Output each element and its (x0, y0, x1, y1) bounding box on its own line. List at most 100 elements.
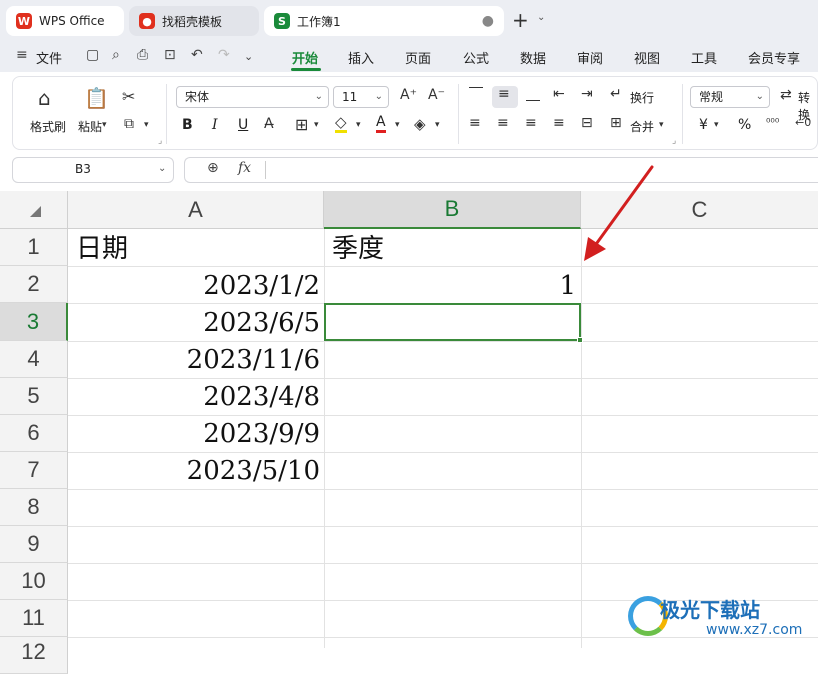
eraser-icon[interactable]: ◈ (414, 115, 426, 133)
cell-a2[interactable]: 2023/1/2 (68, 268, 320, 304)
merge-button[interactable]: 合并 (630, 118, 654, 135)
tab-page[interactable]: 页面 (405, 48, 431, 67)
chevron-down-icon[interactable]: ⌄ (158, 163, 166, 174)
align-top-icon[interactable]: ⎺ (469, 86, 483, 102)
decimal-icon[interactable]: ←0 (795, 116, 811, 129)
row-header-2[interactable]: 2 (0, 266, 68, 303)
paste-button[interactable]: 粘贴 (78, 118, 102, 135)
tab-insert[interactable]: 插入 (348, 48, 374, 67)
row-header-5[interactable]: 5 (0, 378, 68, 415)
tab-templates[interactable]: ● 找稻壳模板 (129, 6, 259, 36)
chevron-down-icon[interactable]: ▾ (102, 120, 107, 130)
cut-icon[interactable]: ✂ (122, 87, 135, 106)
row-header-9[interactable]: 9 (0, 526, 68, 563)
dialog-launcher-icon[interactable]: ⌟ (672, 136, 676, 146)
convert-icon[interactable]: ⇄ (780, 87, 792, 103)
distributed-icon[interactable]: ⊟ (581, 115, 593, 131)
column-header-b[interactable]: B (324, 191, 581, 229)
italic-button[interactable]: I (212, 117, 218, 133)
decrease-indent-icon[interactable]: ⇤ (553, 86, 565, 102)
row-header-12[interactable]: 12 (0, 637, 68, 674)
tab-view[interactable]: 视图 (634, 48, 660, 67)
number-format-select[interactable]: 常规 ⌄ (690, 86, 770, 108)
formula-input[interactable] (184, 157, 818, 183)
justify-icon[interactable]: ≡ (553, 115, 565, 131)
tab-member[interactable]: 会员专享 (748, 48, 800, 67)
font-color-icon[interactable]: A (376, 114, 386, 133)
align-bottom-icon[interactable]: ⎽ (526, 86, 540, 102)
print-icon[interactable]: ⎙ (137, 47, 148, 63)
column-header-a[interactable]: A (68, 191, 324, 229)
tab-data[interactable]: 数据 (520, 48, 546, 67)
increase-font-icon[interactable]: A⁺ (400, 87, 417, 103)
merge-icon[interactable]: ⊞ (610, 115, 622, 131)
border-icon[interactable]: ⊞ (295, 115, 308, 134)
percent-button[interactable]: % (738, 117, 751, 133)
row-header-11[interactable]: 11 (0, 600, 68, 637)
format-painter-button[interactable]: 格式刷 (30, 118, 66, 135)
chevron-down-icon[interactable]: ⌄ (537, 12, 545, 23)
cell-a1[interactable]: 日期 (76, 231, 128, 267)
chevron-down-icon[interactable]: ⌄ (244, 50, 253, 63)
cell-a5[interactable]: 2023/4/8 (68, 379, 320, 415)
chevron-down-icon[interactable]: ▾ (314, 120, 319, 130)
align-left-icon[interactable]: ≡ (469, 115, 481, 131)
tab-review[interactable]: 审阅 (577, 48, 603, 67)
fx-button[interactable]: fx (238, 160, 251, 176)
cell-a4[interactable]: 2023/11/6 (68, 342, 320, 378)
row-header-10[interactable]: 10 (0, 563, 68, 600)
cell-a3[interactable]: 2023/6/5 (68, 305, 320, 341)
cell-b2[interactable]: 1 (324, 268, 576, 304)
export-icon[interactable]: ⌕ (112, 47, 120, 63)
row-header-1[interactable]: 1 (0, 229, 68, 266)
name-box[interactable] (12, 157, 174, 183)
currency-button[interactable]: ¥ (699, 117, 708, 133)
row-header-8[interactable]: 8 (0, 489, 68, 526)
tab-formulas[interactable]: 公式 (463, 48, 489, 67)
wrap-text-icon[interactable]: ↵ (610, 86, 622, 102)
fill-handle[interactable] (577, 337, 583, 343)
underline-button[interactable]: U (238, 117, 248, 133)
fill-color-icon[interactable]: ◇ (335, 114, 347, 133)
decrease-font-icon[interactable]: A⁻ (428, 87, 445, 103)
align-right-icon[interactable]: ≡ (525, 115, 537, 131)
thousands-separator-icon[interactable]: ⁰⁰⁰ (766, 116, 779, 129)
paste-icon[interactable]: 📋 (84, 86, 109, 110)
undo-icon[interactable]: ↶ (191, 47, 203, 63)
tab-tools[interactable]: 工具 (691, 48, 717, 67)
wrap-text-button[interactable]: 换行 (630, 89, 654, 106)
tab-workbook[interactable]: S 工作簿1 ● (264, 6, 504, 36)
format-painter-icon[interactable]: ⌂ (38, 86, 51, 110)
chevron-down-icon[interactable]: ▾ (356, 120, 361, 130)
chevron-down-icon[interactable]: ▾ (435, 120, 440, 130)
row-header-4[interactable]: 4 (0, 341, 68, 378)
cell-a6[interactable]: 2023/9/9 (68, 416, 320, 452)
tab-close-dot-icon[interactable]: ● (482, 13, 494, 29)
selected-cell-b3[interactable] (324, 303, 581, 341)
redo-icon[interactable]: ↷ (218, 47, 230, 63)
chevron-down-icon[interactable]: ▾ (659, 120, 664, 130)
chevron-down-icon[interactable]: ▾ (714, 120, 719, 130)
row-header-3[interactable]: 3 (0, 303, 68, 341)
row-header-7[interactable]: 7 (0, 452, 68, 489)
align-center-icon[interactable]: ≡ (497, 115, 509, 131)
hamburger-icon[interactable]: ≡ (16, 47, 28, 63)
align-middle-icon[interactable]: ≡ (498, 86, 510, 102)
chevron-down-icon[interactable]: ▾ (395, 120, 400, 130)
bold-button[interactable]: B (182, 117, 193, 133)
chevron-down-icon[interactable]: ▾ (144, 120, 149, 130)
zoom-icon[interactable]: ⊕ (207, 160, 219, 176)
cell-b1[interactable]: 季度 (332, 231, 384, 267)
strikethrough-icon[interactable]: A̶ (264, 116, 274, 132)
copy-icon[interactable]: ⧉ (124, 116, 134, 132)
font-size-select[interactable]: 11 ⌄ (333, 86, 389, 108)
increase-indent-icon[interactable]: ⇥ (581, 86, 593, 102)
new-tab-button[interactable]: + (512, 8, 529, 32)
font-name-select[interactable]: 宋体 ⌄ (176, 86, 329, 108)
menu-file[interactable]: 文件 (36, 48, 62, 67)
print-preview-icon[interactable]: ⊡ (164, 47, 176, 63)
cell-a7[interactable]: 2023/5/10 (68, 453, 320, 489)
tab-wps-office[interactable]: W WPS Office (6, 6, 124, 36)
save-icon[interactable]: ▢ (86, 47, 99, 63)
tab-home[interactable]: 开始 (292, 48, 318, 67)
